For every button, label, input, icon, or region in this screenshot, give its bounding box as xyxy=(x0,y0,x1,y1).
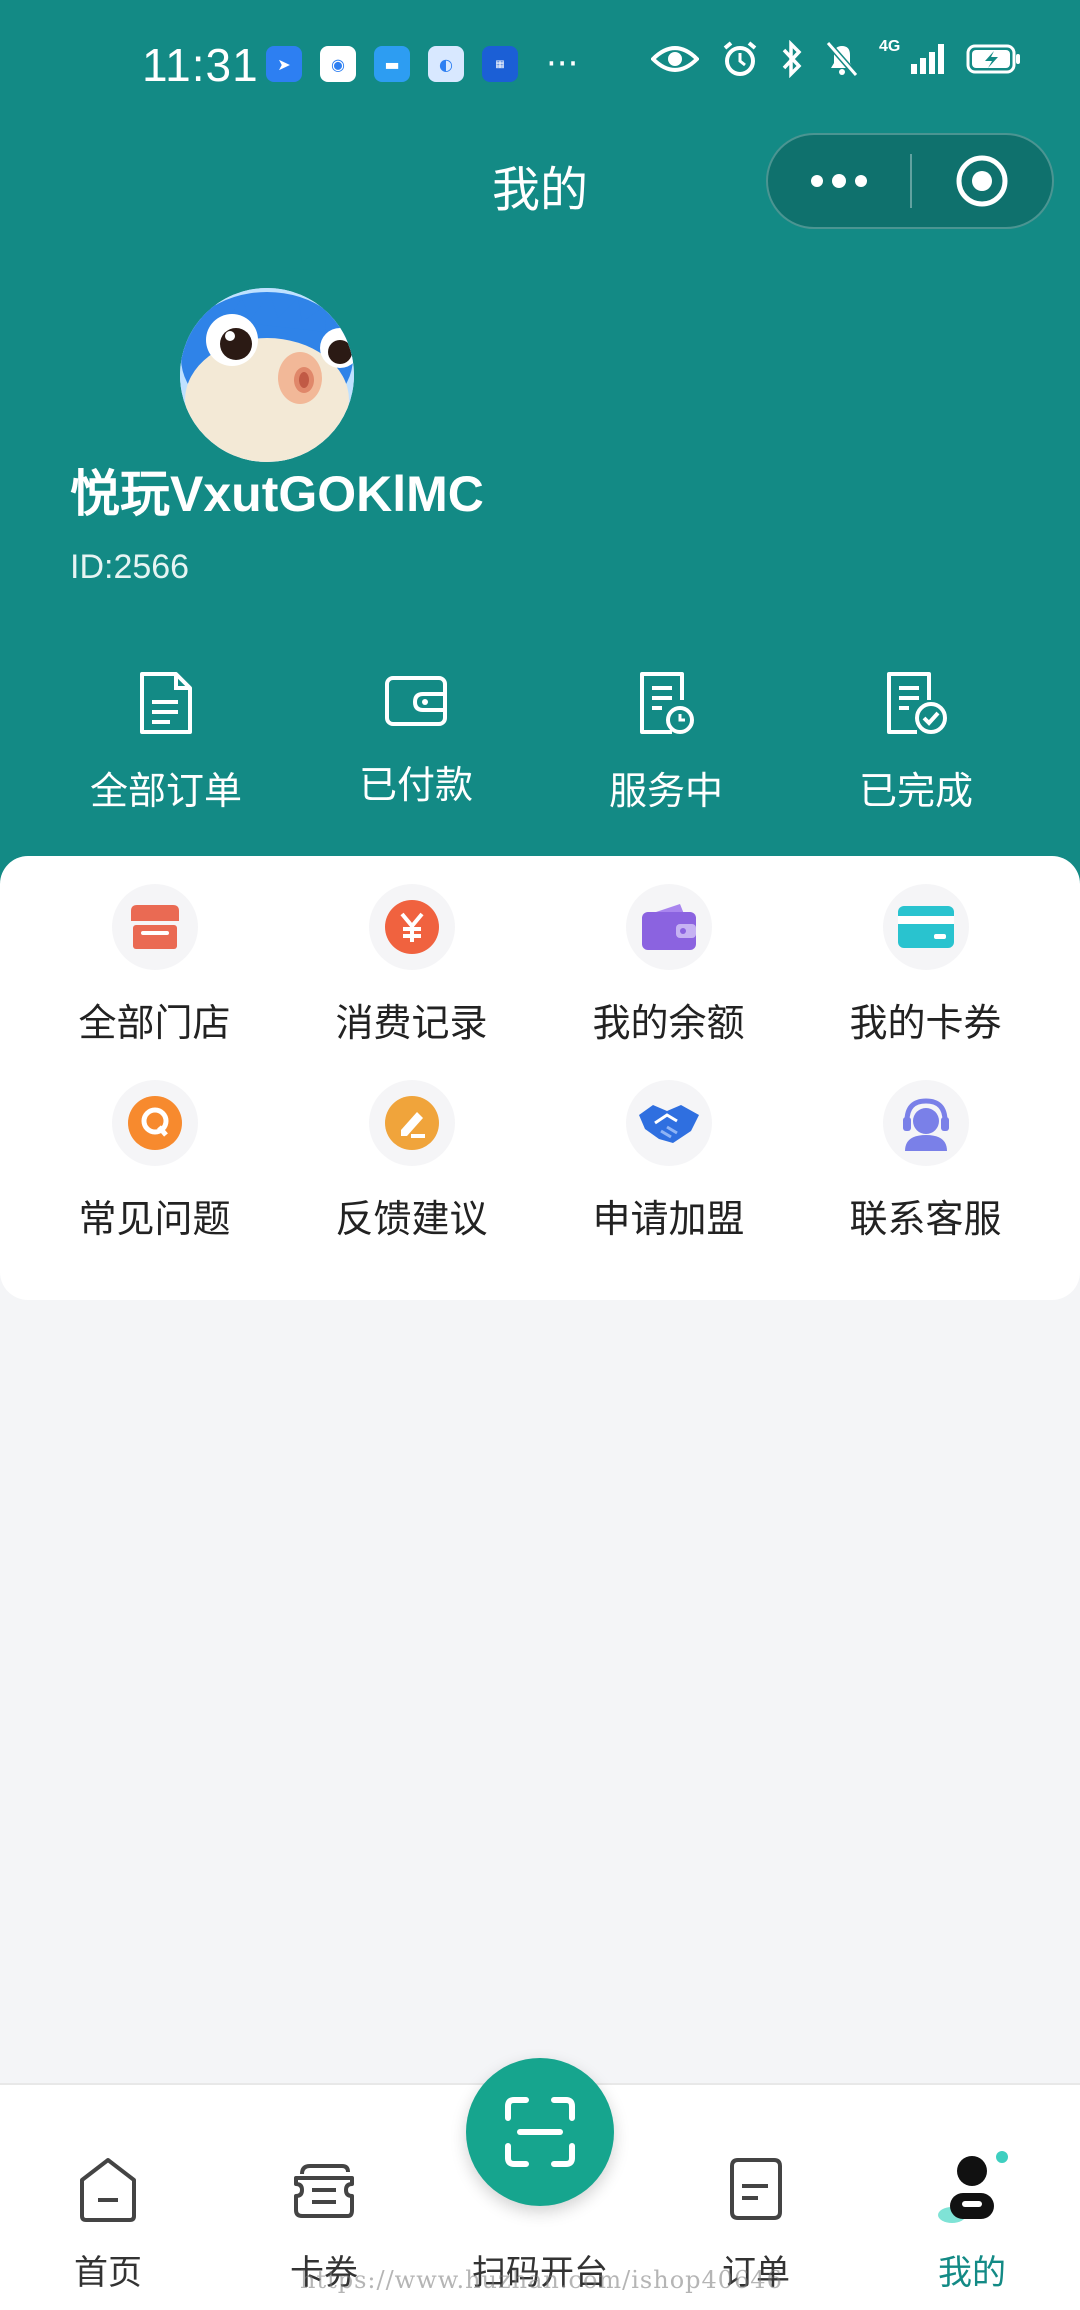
card-icon xyxy=(882,884,969,970)
question-icon xyxy=(111,1080,198,1166)
document-icon xyxy=(140,672,192,734)
completed-orders-label: 已完成 xyxy=(858,769,973,813)
tab-profile[interactable]: 我的 xyxy=(864,2085,1080,2310)
store-icon xyxy=(111,884,198,970)
customer-service-button[interactable]: 联系客服 xyxy=(797,1080,1054,1276)
feedback-label: 反馈建议 xyxy=(335,1197,488,1241)
baidu-app-icon: ◐ xyxy=(428,46,464,82)
in-service-orders-button[interactable]: 服务中 xyxy=(541,670,791,830)
mute-bell-icon xyxy=(825,41,859,77)
status-time: 11:31 xyxy=(142,39,259,91)
my-coupons-label: 我的卡券 xyxy=(849,1001,1002,1045)
all-orders-button[interactable]: 全部订单 xyxy=(41,670,291,830)
purse-icon xyxy=(625,884,712,970)
consumption-records-button[interactable]: 消费记录 xyxy=(283,884,540,1080)
franchise-apply-button[interactable]: 申请加盟 xyxy=(540,1080,797,1276)
status-bar: 11:31 ➤ ◉ ▬ ◐ ▦ ··· 4G xyxy=(0,0,1080,130)
notification-icons: ➤ ◉ ▬ ◐ ▦ ··· xyxy=(266,46,578,82)
battery-charging-icon xyxy=(966,44,1020,74)
alarm-icon xyxy=(723,41,757,76)
more-notifications-icon: ··· xyxy=(546,44,579,84)
completed-orders-button[interactable]: 已完成 xyxy=(791,670,1041,830)
services-card: 全部门店 消费记录 我的余额 我的卡券 常见问题 反馈建议 申请加盟 联系客服 xyxy=(0,856,1080,1300)
username: 悦玩VxutGOKlMC xyxy=(70,466,484,522)
all-stores-label: 全部门店 xyxy=(78,1001,231,1045)
wallet-icon xyxy=(385,676,447,726)
target-close-icon xyxy=(956,155,1008,207)
chat-app-icon: ▬ xyxy=(374,46,410,82)
eye-icon xyxy=(651,46,699,72)
consumption-records-label: 消费记录 xyxy=(335,1001,488,1045)
faq-button[interactable]: 常见问题 xyxy=(26,1080,283,1276)
profile-icon xyxy=(938,2151,1008,2223)
order-status-row: 全部订单 已付款 服务中 已完成 xyxy=(0,670,1080,830)
all-orders-label: 全部订单 xyxy=(89,769,242,813)
all-stores-button[interactable]: 全部门店 xyxy=(26,884,283,1080)
coupon-icon xyxy=(294,2164,354,2218)
scan-icon xyxy=(505,2097,575,2167)
traffic-app-icon: ▦ xyxy=(482,46,518,82)
scan-open-table-button[interactable] xyxy=(466,2058,614,2206)
more-dots-icon xyxy=(811,174,867,188)
my-coupons-button[interactable]: 我的卡券 xyxy=(797,884,1054,1080)
network-type-label: 4G xyxy=(879,38,901,55)
paid-orders-button[interactable]: 已付款 xyxy=(291,670,541,830)
miniprogram-capsule xyxy=(766,133,1054,229)
close-miniprogram-button[interactable] xyxy=(912,135,1052,227)
my-balance-button[interactable]: 我的余额 xyxy=(540,884,797,1080)
in-service-orders-label: 服务中 xyxy=(608,769,723,813)
user-id: ID:2566 xyxy=(70,548,190,586)
shield-app-icon: ◉ xyxy=(320,46,356,82)
my-balance-label: 我的余额 xyxy=(592,1001,745,1045)
pufferfish-avatar-image xyxy=(180,288,354,462)
watermark-text: https://www.huzhan.com/ishop40646 xyxy=(300,2266,783,2294)
handshake-icon xyxy=(625,1080,712,1166)
avatar[interactable] xyxy=(180,288,354,462)
bluetooth-icon xyxy=(782,40,802,78)
tab-home[interactable]: 首页 xyxy=(0,2085,216,2310)
edit-icon xyxy=(368,1080,455,1166)
feedback-button[interactable]: 反馈建议 xyxy=(283,1080,540,1276)
tab-profile-label: 我的 xyxy=(938,2253,1006,2293)
yen-icon xyxy=(368,884,455,970)
paid-orders-label: 已付款 xyxy=(358,763,473,807)
order-icon xyxy=(730,2158,782,2220)
services-grid: 全部门店 消费记录 我的余额 我的卡券 常见问题 反馈建议 申请加盟 联系客服 xyxy=(0,884,1080,1276)
system-icons: 4G xyxy=(651,38,1022,78)
signal-indicator: 4G xyxy=(879,38,944,74)
tab-home-label: 首页 xyxy=(74,2253,142,2293)
home-icon xyxy=(80,2158,136,2222)
faq-label: 常见问题 xyxy=(78,1197,231,1241)
check-document-icon xyxy=(887,672,947,734)
clock-document-icon xyxy=(640,672,694,734)
headset-icon xyxy=(882,1080,969,1166)
customer-service-label: 联系客服 xyxy=(849,1197,1002,1241)
more-menu-button[interactable] xyxy=(768,135,910,227)
franchise-apply-label: 申请加盟 xyxy=(592,1197,745,1241)
location-app-icon: ➤ xyxy=(266,46,302,82)
